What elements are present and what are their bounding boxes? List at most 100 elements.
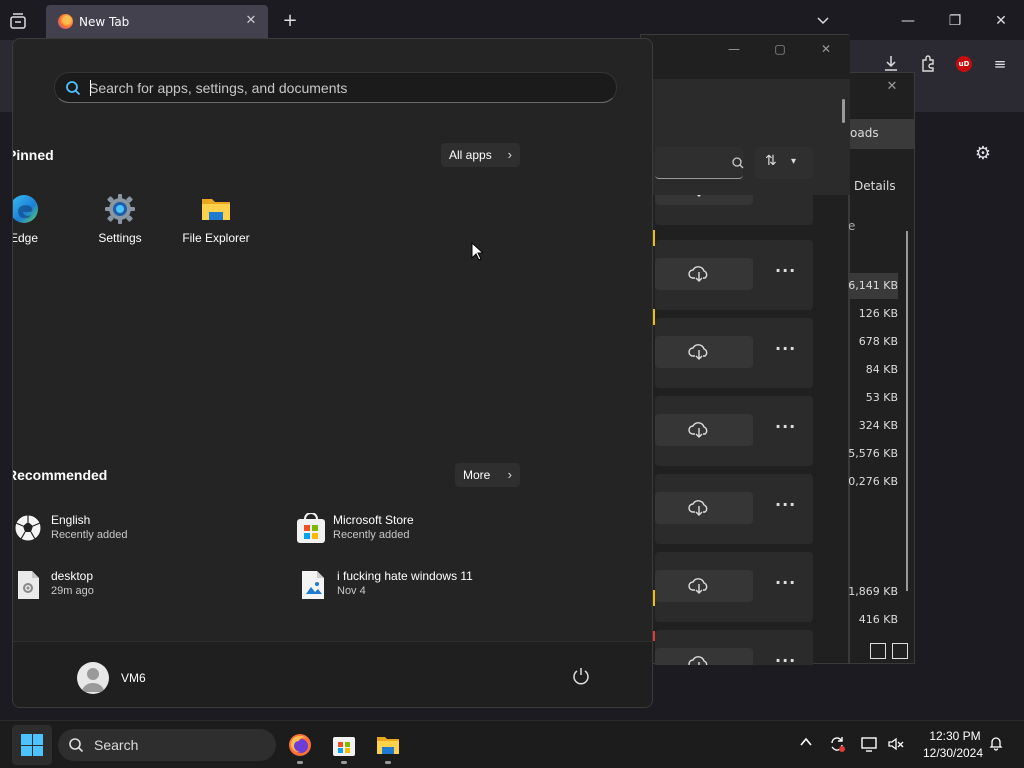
text-caret [90,80,91,96]
chevron-down-icon: ▾ [791,156,797,167]
scrollbar[interactable] [842,99,845,123]
window-titlebar: — ▢ ✕ [641,35,850,79]
pinned-app-label: File Explorer [182,231,250,245]
cloud-download-icon[interactable] [655,195,753,205]
more-label: More [463,468,491,482]
power-icon[interactable] [571,666,591,686]
volume-muted-icon[interactable] [886,735,906,755]
downloads-list: ··· ··· ··· ··· ··· ··· ··· [655,195,813,665]
gear-icon[interactable]: ⚙ [973,144,993,164]
sort-button[interactable]: ⇅ ▾ [755,147,813,179]
close-icon[interactable]: ✕ [884,79,900,95]
details-button[interactable]: Details [854,179,896,193]
clock-date[interactable]: 12/30/2024 [916,746,990,760]
taskbar-search[interactable]: Search [58,729,276,761]
cloud-download-icon[interactable] [655,648,753,665]
sync-icon[interactable] [827,735,847,755]
cloud-download-icon[interactable] [655,570,753,602]
download-icon[interactable] [881,54,901,74]
file-size: 126 KB [858,307,898,320]
start-search-box[interactable] [54,72,617,103]
avatar[interactable] [77,662,109,694]
minimize-icon[interactable]: — [897,12,919,30]
recommended-item-name: Microsoft Store [333,513,414,527]
close-tab-icon[interactable]: ✕ [243,13,259,29]
download-row[interactable]: ··· [655,318,813,388]
folder-icon [200,193,232,225]
maximize-icon[interactable]: ▢ [772,41,788,57]
recommended-item[interactable]: Microsoft Store Recently added [295,509,535,549]
browser-tab-bar: New Tab ✕ + — ❐ ✕ [0,0,1024,40]
download-row[interactable]: ··· [655,474,813,544]
tiles-view-icon[interactable] [892,643,908,659]
settings-file-icon [13,569,45,601]
notification-bell-icon[interactable] [986,735,1006,755]
more-icon[interactable]: ··· [775,263,795,279]
download-row[interactable]: ··· [655,240,813,310]
taskbar-search-label: Search [94,737,139,753]
more-icon[interactable]: ··· [775,575,795,591]
taskbar-app-store[interactable] [324,725,364,765]
download-row[interactable]: ··· [655,396,813,466]
close-icon[interactable]: ✕ [818,41,834,57]
pinned-app-label: Edge [12,231,39,245]
clock-time[interactable]: 12:30 PM [920,729,990,743]
ublock-icon[interactable]: uD [956,56,972,72]
running-indicator [297,761,303,764]
sort-icon: ⇅ [765,153,777,169]
pinned-app-file-explorer[interactable]: File Explorer [171,179,261,249]
extensions-icon[interactable] [918,54,938,74]
soccer-ball-icon [13,513,45,545]
pinned-app-settings[interactable]: Settings [75,179,165,249]
cloud-download-icon[interactable] [655,414,753,446]
store-icon [295,512,327,545]
edge-icon [13,193,40,225]
more-button[interactable]: More › [455,463,520,487]
more-icon[interactable]: ··· [775,419,795,435]
file-size: 416 KB [858,613,898,626]
file-size: 10,276 KB [841,475,898,488]
settings-gear-icon [104,193,136,225]
start-button[interactable] [12,725,52,765]
recommended-item[interactable]: desktop 29m ago [13,565,253,605]
firefox-icon [58,14,73,29]
chevron-right-icon: › [507,467,512,482]
more-icon[interactable]: ··· [775,497,795,513]
pinned-app-edge[interactable]: Edge [12,179,69,249]
recommended-item[interactable]: English Recently added [13,509,253,549]
recommended-item-name: desktop [51,569,94,583]
chevron-down-icon[interactable] [815,13,835,29]
column-header[interactable]: e [848,219,855,233]
explorer-tab[interactable]: oads [850,119,914,149]
store-icon [332,733,356,757]
cloud-download-icon[interactable] [655,492,753,524]
maximize-icon[interactable]: ❐ [944,12,966,30]
recommended-item[interactable]: i fucking hate windows 11 Nov 4 [299,565,539,605]
scrollbar[interactable] [906,231,908,591]
search-input[interactable] [89,73,589,102]
file-size: 5,576 KB [848,447,898,460]
close-icon[interactable]: ✕ [990,12,1012,30]
more-icon[interactable]: ··· [775,653,795,666]
downloads-search[interactable] [655,147,744,179]
all-apps-button[interactable]: All apps › [441,143,520,167]
details-view-icon[interactable] [870,643,886,659]
browser-tab[interactable]: New Tab ✕ [46,5,268,38]
minimize-icon[interactable]: — [726,41,742,57]
download-row[interactable]: ··· [655,195,813,225]
cloud-download-icon[interactable] [655,336,753,368]
more-icon[interactable]: ··· [775,341,795,357]
new-tab-button[interactable]: + [280,11,300,31]
file-size: 53 KB [865,391,898,404]
taskbar-app-file-explorer[interactable] [368,725,408,765]
network-icon[interactable] [859,735,879,755]
recommended-item-subtitle: Recently added [333,529,410,541]
taskbar-app-firefox[interactable] [280,725,320,765]
tab-list-icon[interactable] [8,12,30,30]
user-name[interactable]: VM6 [121,671,146,685]
cloud-download-icon[interactable] [655,258,753,290]
download-row[interactable]: ··· [655,630,813,665]
hamburger-menu-icon[interactable]: ≡ [990,54,1010,74]
chevron-up-icon[interactable] [796,735,816,755]
download-row[interactable]: ··· [655,552,813,622]
